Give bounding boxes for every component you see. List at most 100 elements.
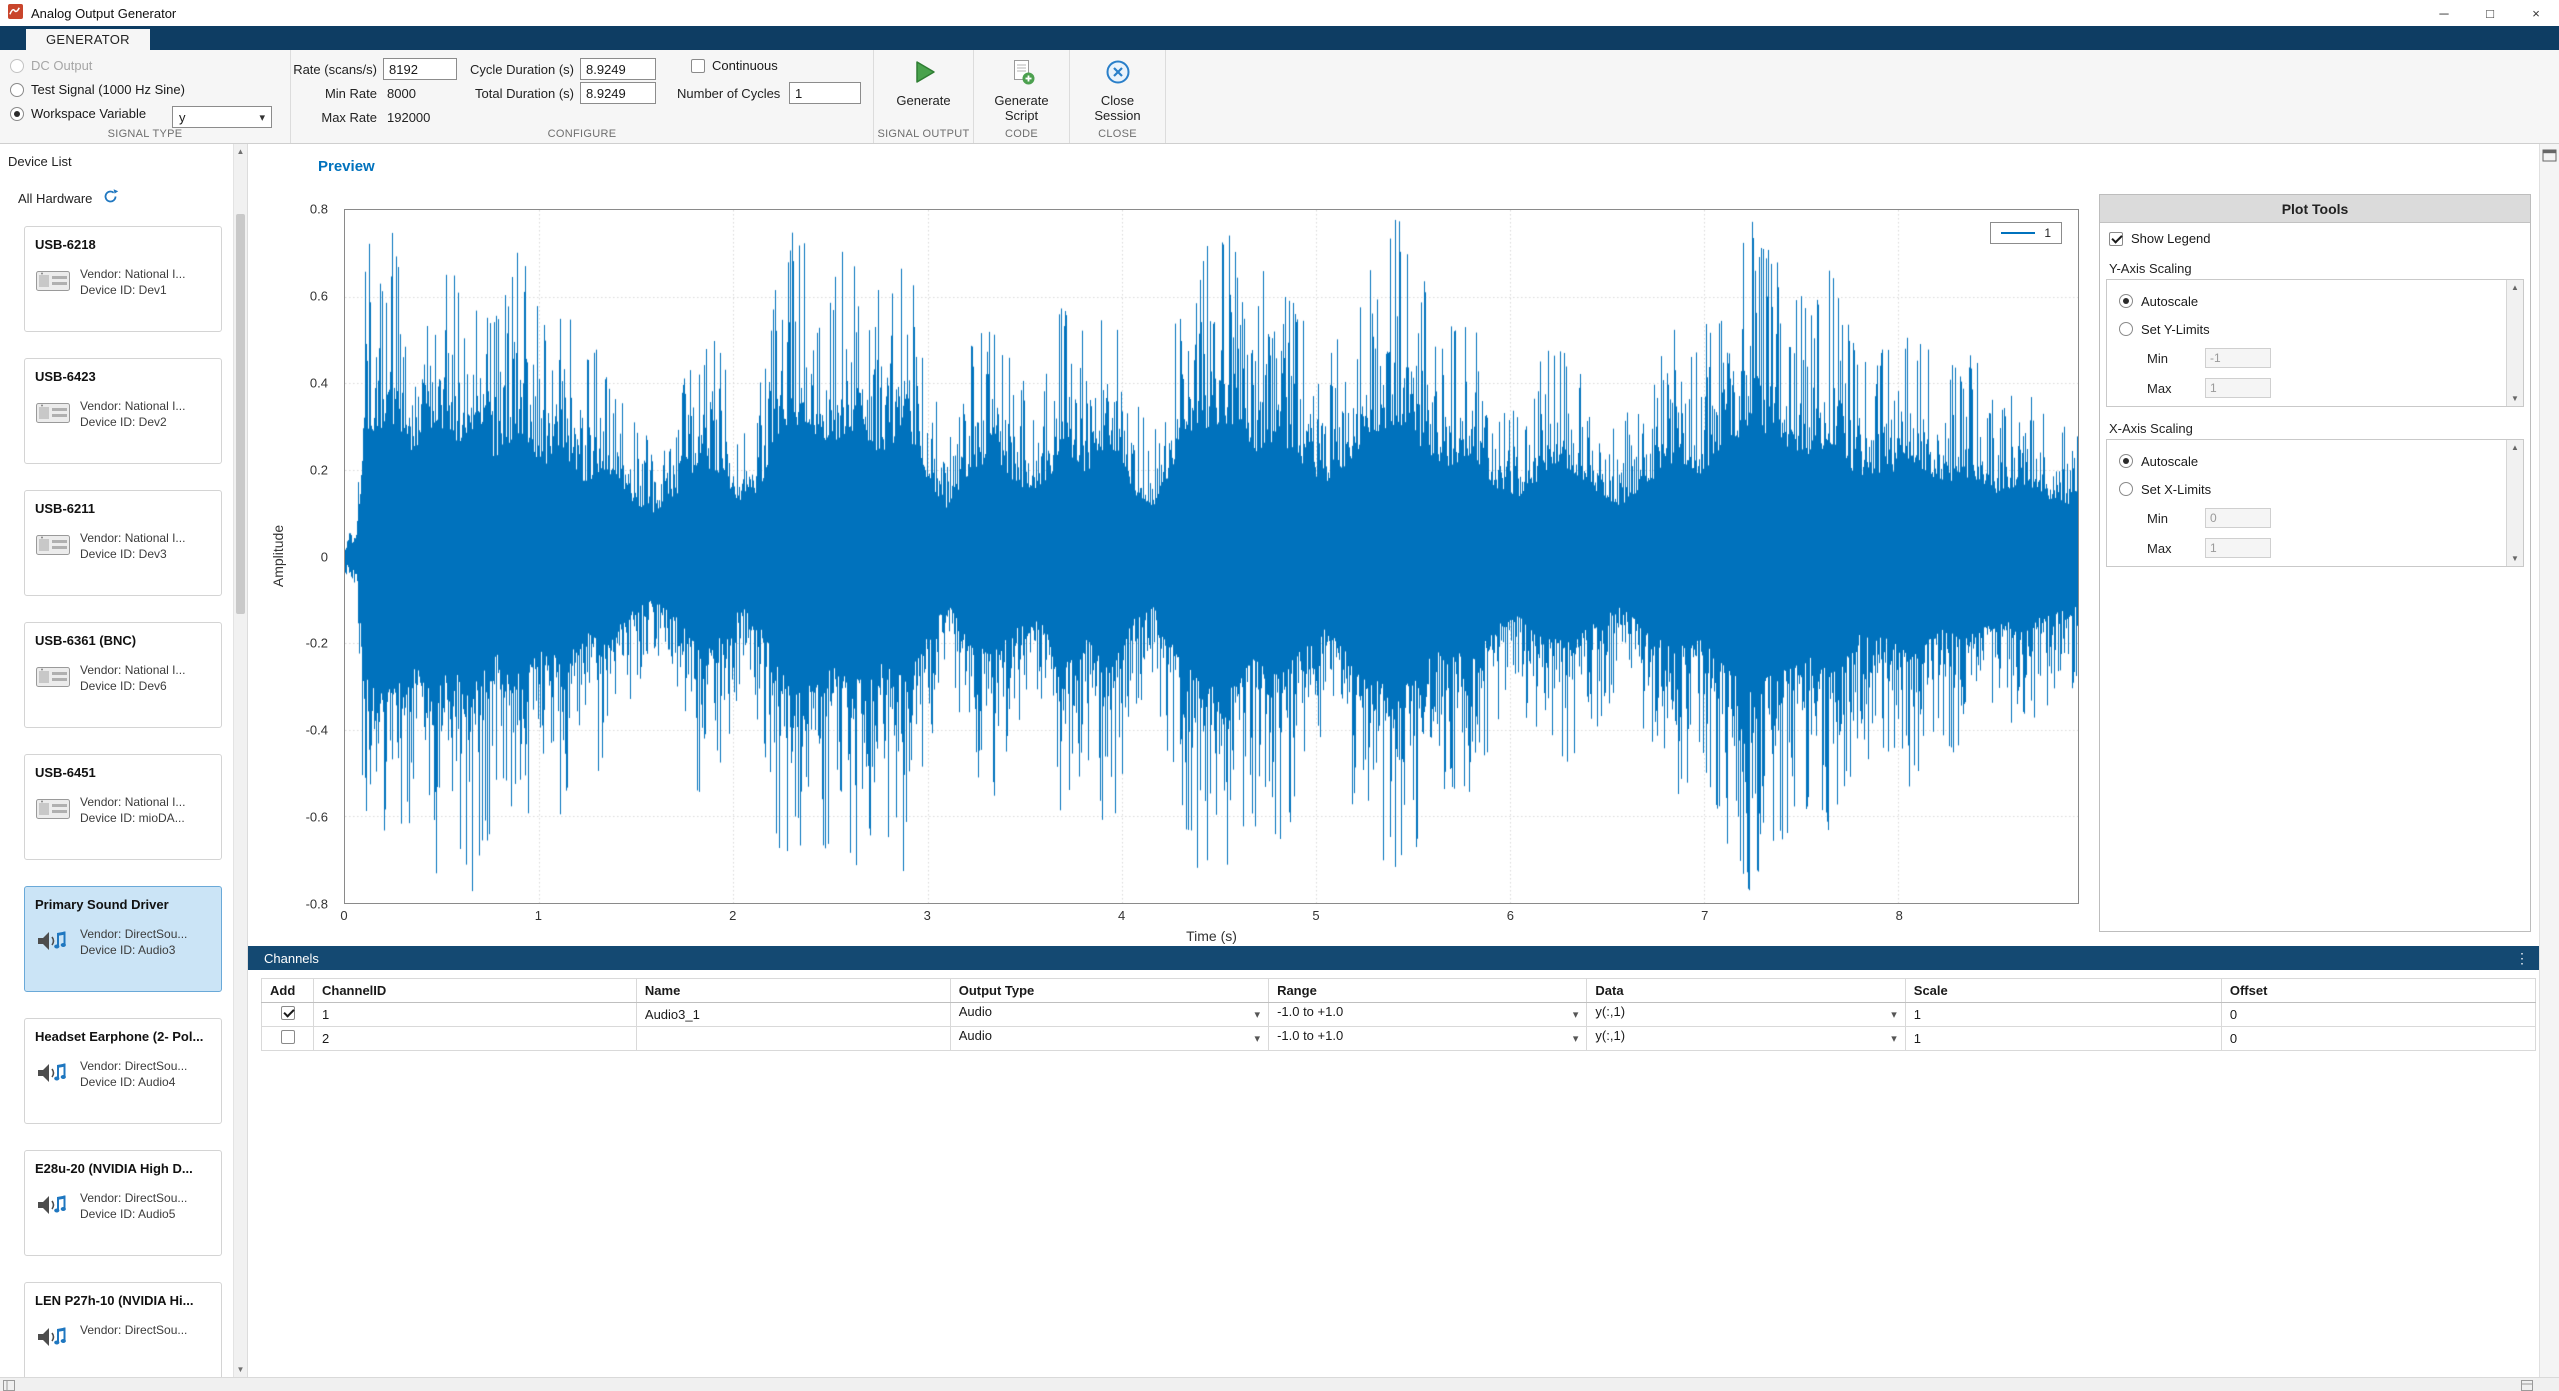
device-icon (35, 398, 71, 428)
device-card[interactable]: E28u-20 (NVIDIA High D... Vendor: Direct… (24, 1150, 222, 1256)
continuous-checkbox[interactable]: Continuous (691, 58, 778, 73)
cell-data-dropdown[interactable]: y(:,1)▾ (1587, 1003, 1905, 1027)
legend-entry: 1 (2044, 226, 2051, 240)
y-max-input[interactable] (2205, 378, 2271, 398)
device-name: USB-6361 (BNC) (35, 633, 211, 648)
tab-generator[interactable]: GENERATOR (26, 29, 150, 50)
channels-header[interactable]: Channels ⋮ (248, 946, 2539, 970)
cell-name-edit[interactable]: Audio3_1 (636, 1003, 950, 1027)
x-autoscale-radio[interactable]: Autoscale (2119, 447, 2506, 475)
x-max-label: Max (2147, 541, 2205, 556)
refresh-icon[interactable] (102, 188, 119, 208)
device-card[interactable]: USB-6211 Vendor: National I... Device ID… (24, 490, 222, 596)
col-data: Data (1587, 979, 1905, 1003)
device-icon (35, 530, 71, 560)
sidebar-scrollbar[interactable]: ▲ ▼ (233, 144, 247, 1377)
device-card[interactable]: LEN P27h-10 (NVIDIA Hi... Vendor: Direct… (24, 1282, 222, 1377)
device-name: USB-6423 (35, 369, 211, 384)
all-hardware-row[interactable]: All Hardware (18, 188, 119, 208)
table-row[interactable]: 1 Audio3_1 Audio▾ -1.0 to +1.0▾ y(:,1)▾ … (262, 1003, 2536, 1027)
cell-output-type-dropdown[interactable]: Audio▾ (950, 1003, 1268, 1027)
scroll-up-icon[interactable]: ▲ (234, 147, 247, 156)
cycle-duration-input[interactable] (580, 58, 656, 80)
add-checkbox[interactable] (281, 1006, 295, 1020)
device-card[interactable]: USB-6423 Vendor: National I... Device ID… (24, 358, 222, 464)
close-session-button[interactable]: Close Session (1070, 58, 1165, 123)
y-min-input[interactable] (2205, 348, 2271, 368)
minimize-button[interactable]: ─ (2421, 0, 2467, 26)
device-card[interactable]: USB-6361 (BNC) Vendor: National I... Dev… (24, 622, 222, 728)
x-min-input[interactable] (2205, 508, 2271, 528)
number-of-cycles-input[interactable] (789, 82, 861, 104)
y-tick-label: 0.8 (310, 202, 328, 217)
cell-offset-edit[interactable]: 0 (2221, 1027, 2535, 1051)
device-card[interactable]: USB-6451 Vendor: National I... Device ID… (24, 754, 222, 860)
status-right-icon (2521, 1379, 2533, 1391)
close-button[interactable]: × (2513, 0, 2559, 26)
maximize-button[interactable]: □ (2467, 0, 2513, 26)
app-window: Analog Output Generator ─ □ × GENERATOR … (0, 0, 2559, 1391)
device-id: Device ID: mioDA... (80, 810, 185, 826)
set-x-limits-radio[interactable]: Set X-Limits (2119, 475, 2506, 503)
scroll-down-icon[interactable]: ▼ (2507, 394, 2523, 403)
scrollbar-thumb[interactable] (236, 214, 245, 614)
panel-maximize-icon[interactable] (2542, 149, 2557, 165)
tab-preview[interactable]: Preview (318, 158, 375, 175)
dc-output-radio[interactable]: DC Output (10, 58, 92, 73)
generate-script-button[interactable]: Generate Script (974, 58, 1069, 123)
workspace-variable-select[interactable]: y ▾ (172, 106, 272, 128)
device-vendor: Vendor: DirectSou... (80, 926, 187, 942)
chevron-down-icon: ▾ (1255, 1004, 1261, 1026)
plot-axes[interactable]: 1 (344, 209, 2079, 904)
cell-range-dropdown[interactable]: -1.0 to +1.0▾ (1269, 1027, 1587, 1051)
cell-range-dropdown[interactable]: -1.0 to +1.0▾ (1269, 1003, 1587, 1027)
x-max-input[interactable] (2205, 538, 2271, 558)
show-legend-checkbox[interactable]: Show Legend (2109, 231, 2211, 246)
cell-offset-edit[interactable]: 0 (2221, 1003, 2535, 1027)
device-card[interactable]: Headset Earphone (2- Pol... Vendor: Dire… (24, 1018, 222, 1124)
cell-scale-edit[interactable]: 1 (1905, 1003, 2221, 1027)
set-y-limits-radio[interactable]: Set Y-Limits (2119, 315, 2506, 343)
rate-input[interactable] (383, 58, 457, 80)
ribbon-section-close: Close Session CLOSE (1069, 50, 1165, 143)
total-duration-input[interactable] (580, 82, 656, 104)
device-name: USB-6211 (35, 501, 211, 516)
device-name: USB-6218 (35, 237, 211, 252)
ribbon-section-code: Generate Script CODE (973, 50, 1069, 143)
right-dock-strip (2539, 144, 2559, 1377)
device-id: Device ID: Audio4 (80, 1074, 187, 1090)
table-row[interactable]: 2 Audio ▾ -1.0 to +1.0▾ y(:,1)▾ 1 0 (262, 1027, 2536, 1051)
chevron-down-icon: ▾ (1255, 1028, 1261, 1050)
total-duration-label: Total Duration (s) (456, 86, 574, 101)
y-autoscale-radio[interactable]: Autoscale (2119, 287, 2506, 315)
min-rate-value: 8000 (387, 86, 416, 101)
x-group-scrollbar[interactable]: ▲ ▼ (2506, 440, 2523, 566)
test-signal-radio[interactable]: Test Signal (1000 Hz Sine) (10, 82, 185, 97)
cell-scale-edit[interactable]: 1 (1905, 1027, 2221, 1051)
plot-legend[interactable]: 1 (1990, 222, 2062, 244)
scroll-down-icon[interactable]: ▼ (234, 1365, 247, 1374)
cell-output-type: Audio (959, 1028, 992, 1043)
device-list: USB-6218 Vendor: National I... Device ID… (0, 226, 233, 1377)
close-section-label: CLOSE (1070, 128, 1165, 140)
cell-channel-id: 2 (322, 1031, 329, 1046)
device-icon (35, 1190, 71, 1220)
add-checkbox[interactable] (281, 1030, 295, 1044)
signal-type-section-label: SIGNAL TYPE (0, 128, 290, 140)
scroll-up-icon[interactable]: ▲ (2507, 283, 2523, 292)
generate-button[interactable]: Generate (874, 58, 973, 108)
cell-output-type-dropdown[interactable]: Audio ▾ (950, 1027, 1268, 1051)
y-group-scrollbar[interactable]: ▲ ▼ (2506, 280, 2523, 406)
cell-name-edit[interactable] (636, 1027, 950, 1051)
configure-section-label: CONFIGURE (291, 128, 873, 140)
device-card[interactable]: Primary Sound Driver Vendor: DirectSou..… (24, 886, 222, 992)
device-card[interactable]: USB-6218 Vendor: National I... Device ID… (24, 226, 222, 332)
workspace-variable-radio[interactable]: Workspace Variable (10, 106, 146, 121)
x-tick-labels: 012345678 (344, 908, 2079, 926)
scroll-up-icon[interactable]: ▲ (2507, 443, 2523, 452)
ellipsis-icon[interactable]: ⋮ (2515, 950, 2529, 967)
cell-range: -1.0 to +1.0 (1277, 1004, 1343, 1019)
cell-data-dropdown[interactable]: y(:,1)▾ (1587, 1027, 1905, 1051)
dc-output-label: DC Output (31, 58, 92, 73)
scroll-down-icon[interactable]: ▼ (2507, 554, 2523, 563)
